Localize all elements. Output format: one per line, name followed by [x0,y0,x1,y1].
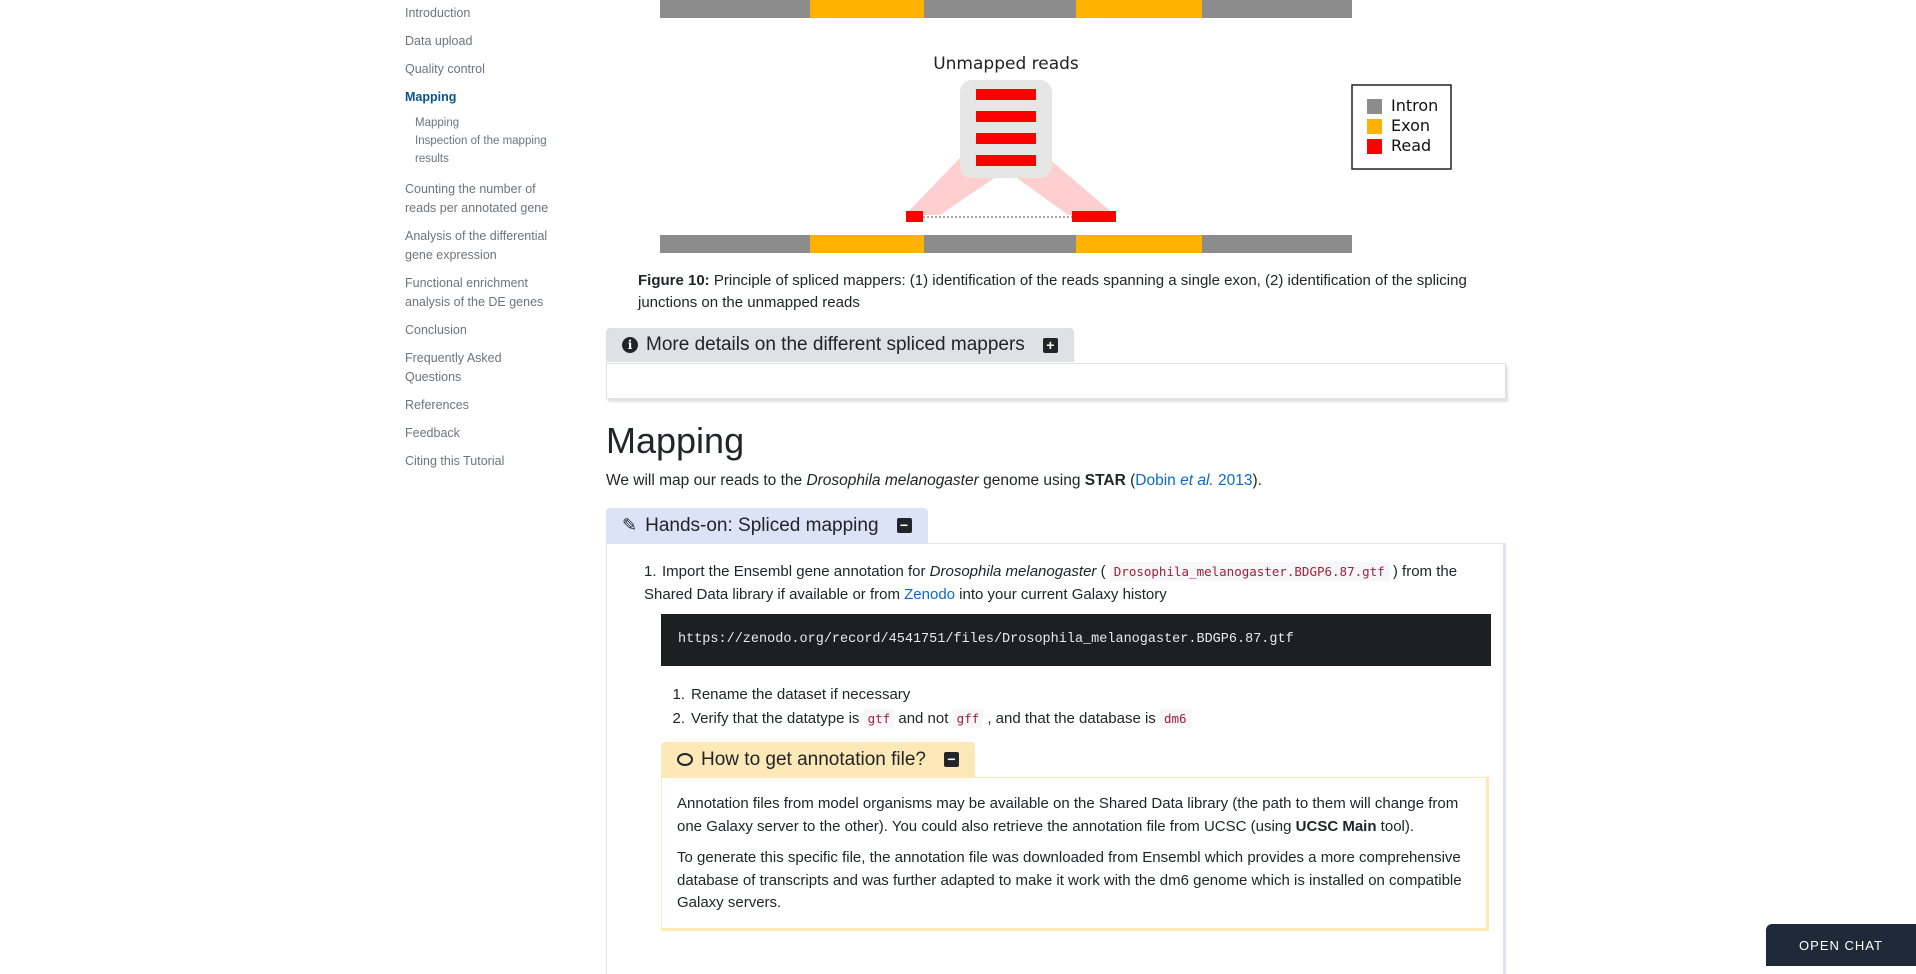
section-title: Mapping [606,420,745,461]
toc-counting[interactable]: Counting the number of reads per annotat… [405,180,555,218]
table-of-contents: Introduction Data upload Quality control… [405,4,555,480]
tip-paragraph-2: To generate this specific file, the anno… [677,849,1462,911]
toc-sub-mapping[interactable]: Mapping [415,114,555,132]
spliced-mapper-figure: Unmapped reads Intron Exon Read [660,0,1452,253]
figure-caption: Figure 10: Principle of spliced mappers:… [638,270,1478,314]
gene-track-bottom [660,235,1352,253]
figure-legend: Intron Exon Read [1351,84,1452,170]
tip-paragraph-1: Annotation files from model organisms ma… [677,795,1459,835]
tip-box-header[interactable]: How to get annotation file? − [661,742,975,777]
legend-label-intron: Intron [1391,96,1438,115]
read-bar [976,155,1036,166]
unmapped-reads-label: Unmapped reads [933,54,1079,74]
step-species: Drosophila melanogaster [929,563,1097,580]
figure-caption-text: Principle of spliced mappers: (1) identi… [638,272,1467,311]
legend-swatch-exon [1367,119,1382,134]
step-text: Import the Ensembl gene annotation for [662,563,930,580]
hands-on-substeps: 1. Rename the dataset if necessary 2. Veri… [661,683,1191,731]
read-bar [976,111,1036,122]
toc-differential[interactable]: Analysis of the differential gene expres… [405,227,555,265]
legend-label-read: Read [1391,136,1431,155]
intro-text: ). [1252,472,1262,489]
read-bar [976,133,1036,144]
intro-text: ( [1125,472,1136,489]
toc-quality-control[interactable]: Quality control [405,60,555,79]
figure-caption-label: Figure 10: [638,272,710,289]
split-read-left [906,211,923,222]
pencil-icon: ✎ [622,515,638,535]
substep-rename: 1. Rename the dataset if necessary [672,686,911,703]
zenodo-link[interactable]: Zenodo [904,586,955,603]
toc-functional[interactable]: Functional enrichment analysis of the DE… [405,274,555,312]
legend-swatch-read [1367,139,1382,154]
open-chat-button[interactable]: OPEN CHAT [1766,924,1916,966]
toc-data-upload[interactable]: Data upload [405,32,555,51]
hands-on-title: Hands-on: Spliced mapping [645,515,879,536]
step-filename-code: Drosophila_melanogaster.BDGP6.87.gtf [1109,562,1389,581]
code-block-url[interactable]: https://zenodo.org/record/4541751/files/… [661,614,1491,666]
legend-label-exon: Exon [1391,116,1430,135]
details-box-header[interactable]: i More details on the different spliced … [606,328,1074,362]
details-box-title: More details on the different spliced ma… [646,334,1025,355]
tip-box-title: How to get annotation file? [701,749,926,770]
step-number: 1. [644,563,657,580]
toc-faq[interactable]: Frequently Asked Questions [405,349,555,387]
expand-toggle-button[interactable]: + [1042,337,1058,353]
hands-on-header[interactable]: ✎ Hands-on: Spliced mapping − [606,508,928,543]
collapse-toggle-button[interactable]: − [896,518,912,533]
intro-tool-name: STAR [1084,472,1126,489]
toc-conclusion[interactable]: Conclusion [405,321,555,340]
citation-link[interactable]: Dobin et al. 2013 [1135,472,1252,489]
intro-species: Drosophila melanogaster [806,472,979,489]
tip-box-body: Annotation files from model organisms ma… [661,777,1489,931]
hands-on-step-1: 1. Import the Ensembl gene annotation for… [644,560,1484,606]
gene-track-top [660,0,1352,18]
toc-references[interactable]: References [405,396,555,415]
section-intro: We will map our reads to the Drosophila … [606,472,1262,490]
details-box-body [606,363,1506,399]
datatype-code: gtf [863,709,895,728]
substep-verify: 2. Verify that the datatype is gtf and no… [661,707,1191,731]
datatype-code: gff [952,709,984,728]
toc-introduction[interactable]: Introduction [405,4,555,23]
comment-icon [677,753,693,766]
collapse-toggle-button[interactable]: − [944,752,959,767]
toc-mapping-subitems: Mapping Inspection of the mapping result… [405,114,555,168]
intro-text: We will map our reads to the [606,472,807,489]
toc-sub-inspection[interactable]: Inspection of the mapping results [415,132,555,168]
toc-feedback[interactable]: Feedback [405,424,555,443]
intro-text: genome using [978,472,1085,489]
step-text: ( [1096,563,1110,580]
step-text: into your current Galaxy history [955,586,1167,603]
legend-swatch-intron [1367,99,1382,114]
info-icon: i [622,337,638,353]
read-bar [976,89,1036,100]
toc-mapping[interactable]: Mapping [405,88,555,107]
toc-citing[interactable]: Citing this Tutorial [405,452,555,471]
database-code: dm6 [1159,709,1191,728]
split-read-right [1072,211,1116,222]
